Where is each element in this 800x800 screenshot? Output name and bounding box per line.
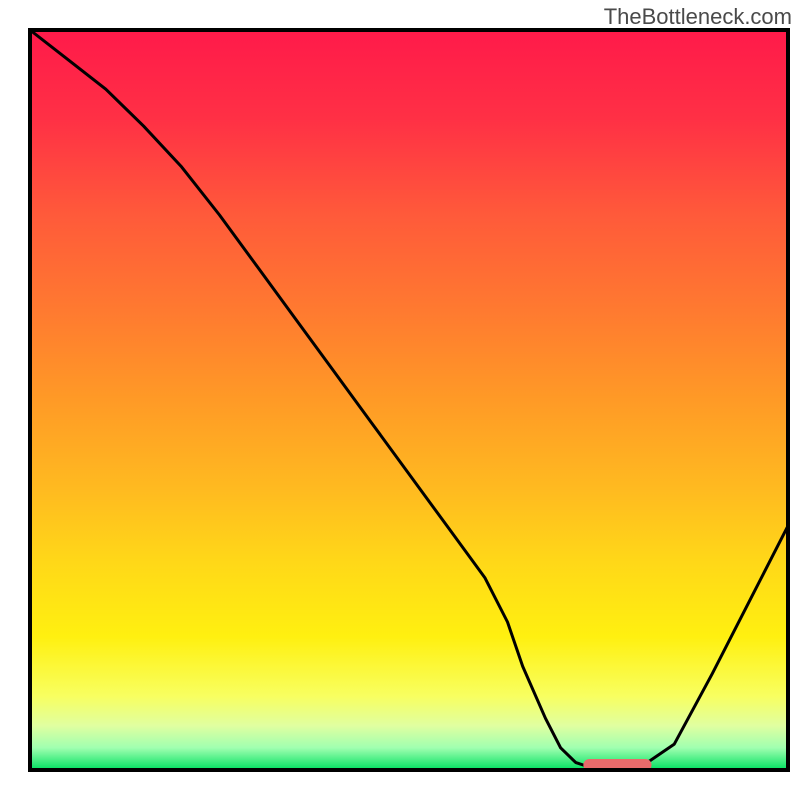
chart-svg bbox=[0, 0, 800, 800]
watermark-text: TheBottleneck.com bbox=[604, 4, 792, 30]
gradient-background bbox=[30, 30, 788, 770]
chart-container: TheBottleneck.com bbox=[0, 0, 800, 800]
plot-area bbox=[30, 30, 788, 771]
